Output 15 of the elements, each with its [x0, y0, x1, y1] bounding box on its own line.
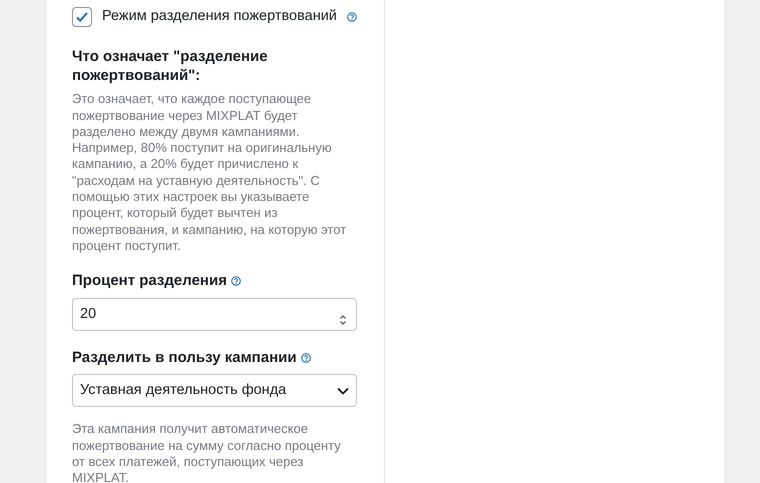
field-label: Процент разделения [72, 271, 227, 292]
number-field[interactable]: 20 [72, 298, 357, 331]
check-icon [75, 10, 89, 24]
section-title: Что означает "разделение пожертвований": [72, 48, 269, 86]
help-icon[interactable] [346, 12, 357, 22]
checkbox-label: Режим разделения пожертвований [102, 7, 337, 26]
help-icon[interactable] [230, 276, 241, 286]
spinner-icon[interactable] [339, 314, 347, 326]
field-label: Разделить в пользу кампании [72, 348, 297, 368]
campaign-select[interactable]: Уставная деятельность фонда [72, 374, 357, 408]
chevron-down-icon [337, 386, 349, 395]
description-text: Это означает, что каждое поступающее пожертвование через MIXPLAT будет разделено между двумя кампаниями. Например, 80% поступит на оригинальную кампанию, а 20% будет причислено к "расходам на уставную деятельность". С помощью этих настроек вы указываете процент, который будет вычтен из пожертвования, и кампанию, на которую этот процент поступит. [72, 91, 348, 254]
hint-text: Эта кампания получит автоматическое пожертвование на сумму согласно проценту от всех платежей, поступающих через MIXPLAT. [72, 421, 342, 483]
help-icon[interactable] [300, 352, 311, 363]
checkbox[interactable] [72, 6, 92, 27]
